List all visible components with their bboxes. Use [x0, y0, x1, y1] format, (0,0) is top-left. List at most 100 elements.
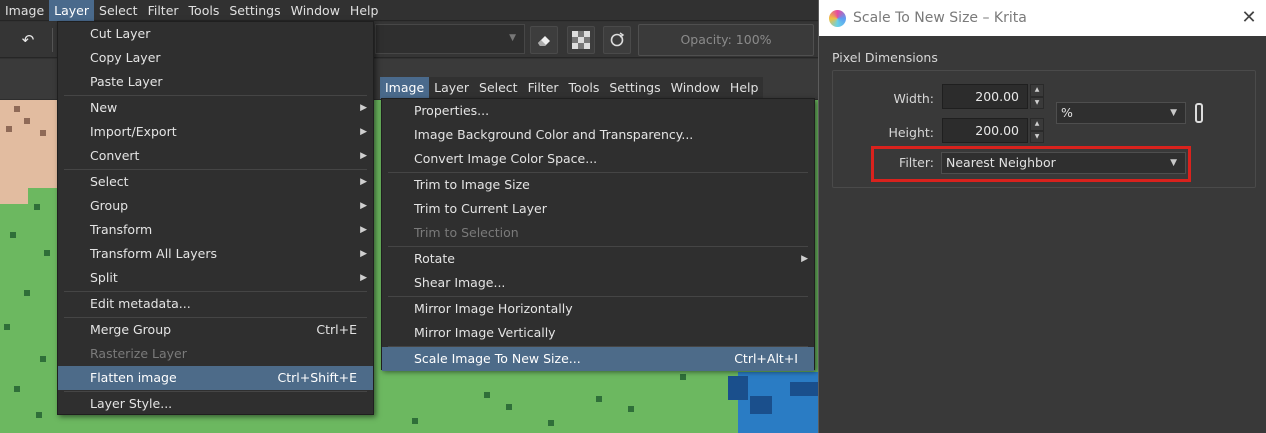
main-menubar: Image Layer Select Filter Tools Settings…: [0, 0, 818, 21]
grass-dot: [628, 406, 634, 412]
sand-dot: [6, 126, 12, 132]
sand-dot: [14, 106, 20, 112]
height-label: Height:: [888, 125, 934, 140]
menu2-help[interactable]: Help: [725, 77, 764, 99]
menu-window[interactable]: Window: [286, 0, 345, 21]
toolbar-divider: [52, 28, 53, 52]
menu-item-shear-image[interactable]: Shear Image...: [382, 271, 814, 295]
height-input[interactable]: 200.00: [942, 118, 1028, 143]
aspect-ratio-link-icon[interactable]: [1195, 103, 1203, 123]
filter-select-value: Nearest Neighbor: [946, 155, 1056, 170]
menu-item-label: Scale Image To New Size...: [414, 351, 581, 366]
menu-item-split[interactable]: Split ▶: [58, 266, 373, 290]
menu-item-cut-layer[interactable]: Cut Layer: [58, 22, 373, 46]
menu-item-label: Properties...: [414, 103, 490, 118]
sand-area: [0, 100, 58, 188]
menu-item-label: Merge Group: [90, 322, 172, 337]
opacity-slider[interactable]: Opacity: 100%: [638, 24, 814, 56]
grass-dot: [14, 386, 20, 392]
menu-item-group[interactable]: Group ▶: [58, 194, 373, 218]
menu-item-properties[interactable]: Properties...: [382, 99, 814, 123]
menu-item-rotate[interactable]: Rotate ▶: [382, 247, 814, 271]
menu-item-label: Transform All Layers: [90, 246, 217, 261]
step-down-icon[interactable]: ▼: [1030, 96, 1044, 109]
menu-filter[interactable]: Filter: [143, 0, 184, 21]
menu-item-new[interactable]: New ▶: [58, 96, 373, 120]
menu-layer[interactable]: Layer: [49, 0, 95, 21]
scale-to-new-size-dialog: Scale To New Size – Krita ✕ Pixel Dimens…: [818, 0, 1266, 433]
menu2-select[interactable]: Select: [474, 77, 523, 99]
menu-select[interactable]: Select: [94, 0, 143, 21]
chevron-down-icon: ▼: [1170, 158, 1177, 168]
menu-item-label: New: [90, 100, 118, 115]
menu-item-convert-color-space[interactable]: Convert Image Color Space...: [382, 147, 814, 171]
menu2-tools[interactable]: Tools: [564, 77, 605, 99]
menu-settings[interactable]: Settings: [224, 0, 285, 21]
reload-icon[interactable]: [603, 26, 631, 54]
blend-mode-combo[interactable]: ▼: [375, 24, 525, 54]
step-up-icon[interactable]: ▲: [1030, 118, 1044, 131]
secondary-menubar: Image Layer Select Filter Tools Settings…: [380, 77, 764, 99]
menu2-window[interactable]: Window: [666, 77, 725, 99]
alpha-lock-icon[interactable]: [567, 26, 595, 54]
grass-dot: [484, 392, 490, 398]
menu-item-scale-image-to-new-size[interactable]: Scale Image To New Size... Ctrl+Alt+I: [382, 347, 814, 371]
grass-dot: [680, 374, 686, 380]
menu-item-edit-metadata[interactable]: Edit metadata...: [58, 292, 373, 316]
height-stepper[interactable]: ▲ ▼: [1030, 118, 1044, 143]
step-down-icon[interactable]: ▼: [1030, 130, 1044, 143]
menu-item-label: Import/Export: [90, 124, 177, 139]
filter-select[interactable]: Nearest Neighbor ▼: [941, 152, 1186, 174]
menu-item-trim-to-selection: Trim to Selection: [382, 221, 814, 245]
menu-item-label: Flatten image: [90, 370, 177, 385]
undo-icon[interactable]: ↶: [14, 26, 42, 54]
dialog-titlebar: Scale To New Size – Krita ✕: [819, 0, 1266, 36]
submenu-arrow-icon: ▶: [801, 254, 808, 264]
menu-item-merge-group[interactable]: Merge Group Ctrl+E: [58, 318, 373, 342]
layer-menu: Cut Layer Copy Layer Paste Layer New ▶ Im…: [57, 21, 374, 415]
sand-dot: [40, 130, 46, 136]
menu-item-transform[interactable]: Transform ▶: [58, 218, 373, 242]
menu-item-mirror-horizontally[interactable]: Mirror Image Horizontally: [382, 297, 814, 321]
step-up-icon[interactable]: ▲: [1030, 84, 1044, 97]
menu-item-layer-style[interactable]: Layer Style...: [58, 392, 373, 416]
eraser-icon[interactable]: [530, 26, 558, 54]
sand-dot: [24, 118, 30, 124]
menu-item-mirror-vertically[interactable]: Mirror Image Vertically: [382, 321, 814, 345]
menu-item-transform-all-layers[interactable]: Transform All Layers ▶: [58, 242, 373, 266]
menu-item-label: Paste Layer: [90, 74, 163, 89]
width-label: Width:: [893, 91, 934, 106]
menu-item-shortcut: Ctrl+E: [316, 322, 357, 337]
menu-item-paste-layer[interactable]: Paste Layer: [58, 70, 373, 94]
menu-item-trim-to-image-size[interactable]: Trim to Image Size: [382, 173, 814, 197]
unit-select[interactable]: % ▼: [1056, 102, 1186, 124]
menu-image[interactable]: Image: [0, 0, 49, 21]
close-icon[interactable]: ✕: [1237, 6, 1261, 30]
menu-item-import-export[interactable]: Import/Export ▶: [58, 120, 373, 144]
menu-item-background-color[interactable]: Image Background Color and Transparency.…: [382, 123, 814, 147]
menu-item-trim-to-current-layer[interactable]: Trim to Current Layer: [382, 197, 814, 221]
menu-item-convert[interactable]: Convert ▶: [58, 144, 373, 168]
water-edge: [728, 376, 748, 400]
menu-tools[interactable]: Tools: [184, 0, 225, 21]
width-input[interactable]: 200.00: [942, 84, 1028, 109]
menu2-layer[interactable]: Layer: [429, 77, 474, 99]
menu-item-label: Rasterize Layer: [90, 346, 187, 361]
menu-item-label: Convert Image Color Space...: [414, 151, 598, 166]
menu-help[interactable]: Help: [345, 0, 384, 21]
menu-item-flatten-image[interactable]: Flatten image Ctrl+Shift+E: [58, 366, 373, 390]
menu2-settings[interactable]: Settings: [604, 77, 665, 99]
menu2-filter[interactable]: Filter: [523, 77, 564, 99]
water-edge: [750, 396, 772, 414]
submenu-arrow-icon: ▶: [360, 127, 367, 137]
width-stepper[interactable]: ▲ ▼: [1030, 84, 1044, 109]
grass-dot: [10, 232, 16, 238]
menu-item-label: Edit metadata...: [90, 296, 191, 311]
grass-dot: [40, 356, 46, 362]
grass-dot: [548, 420, 554, 426]
menu2-image[interactable]: Image: [380, 77, 430, 99]
menu-item-select[interactable]: Select ▶: [58, 170, 373, 194]
submenu-arrow-icon: ▶: [360, 225, 367, 235]
menu-item-label: Trim to Selection: [414, 225, 519, 240]
menu-item-copy-layer[interactable]: Copy Layer: [58, 46, 373, 70]
